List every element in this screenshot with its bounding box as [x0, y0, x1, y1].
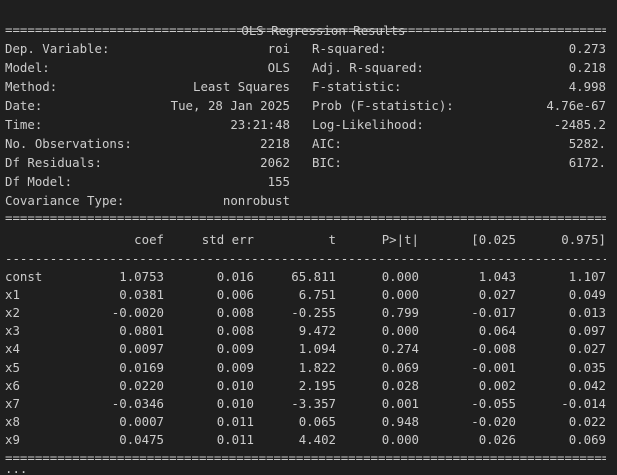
summary-value: 0.273 [568, 41, 606, 56]
summary-value: OLS [267, 60, 290, 75]
ci-upper-value: 0.035 [568, 359, 606, 375]
truncation-ellipsis: ... [5, 461, 28, 475]
summary-value: Least Squares [193, 79, 290, 94]
middle-double-rule: ========================================… [5, 210, 606, 225]
summary-value: 155 [267, 174, 290, 189]
results-title: OLS Regression Results [0, 4, 617, 38]
summary-row: Df Model: 155 [5, 173, 290, 191]
summary-value: 2062 [260, 155, 290, 170]
summary-value: nonrobust [222, 193, 290, 208]
header-single-rule: ----------------------------------------… [5, 251, 606, 266]
summary-value: -2485.2 [553, 117, 606, 132]
ols-output-panel: OLS Regression Results =================… [0, 0, 617, 475]
ci-upper-value: 0.097 [568, 323, 606, 339]
summary-value: 0.218 [568, 60, 606, 75]
summary-row: No. Observations: 2218 AIC: 5282. [5, 135, 606, 153]
ci-upper-value: 0.022 [568, 413, 606, 429]
header-ci-upper: 0.975] [561, 232, 606, 247]
ci-upper-value: -0.014 [561, 395, 606, 411]
ci-upper-value: 0.042 [568, 377, 606, 393]
summary-row: Df Residuals: 2062 BIC: 6172. [5, 154, 606, 172]
coef-table-header: coef std err t P>|t| [0.025 0.975] [5, 231, 606, 249]
summary-value: 5282. [568, 136, 606, 151]
bottom-double-rule: ========================================… [5, 450, 606, 465]
summary-value: 2218 [260, 136, 290, 151]
summary-row: Method: Least Squares F-statistic: 4.998 [5, 78, 606, 96]
summary-value: 4.998 [568, 79, 606, 94]
summary-value: 6172. [568, 155, 606, 170]
summary-row: Dep. Variable: roi R-squared: 0.273 [5, 40, 606, 58]
summary-value: Tue, 28 Jan 2025 [170, 98, 290, 113]
summary-row: Time: 23:21:48 Log-Likelihood: -2485.2 [5, 116, 606, 134]
ci-upper-value: 1.107 [568, 269, 606, 284]
summary-value: 4.76e-67 [546, 98, 606, 113]
ci-upper-value: 0.069 [568, 431, 606, 447]
ci-upper-value: 0.013 [568, 305, 606, 321]
top-double-rule: ========================================… [5, 22, 606, 37]
summary-row: Model: OLS Adj. R-squared: 0.218 [5, 59, 606, 77]
summary-value: 23:21:48 [230, 117, 290, 132]
summary-row: Covariance Type: nonrobust [5, 192, 290, 210]
ci-upper-value: 0.027 [568, 341, 606, 357]
ci-upper-value: 0.049 [568, 287, 606, 303]
summary-row: Date: Tue, 28 Jan 2025 Prob (F-statistic… [5, 97, 606, 115]
summary-value: roi [267, 41, 290, 56]
